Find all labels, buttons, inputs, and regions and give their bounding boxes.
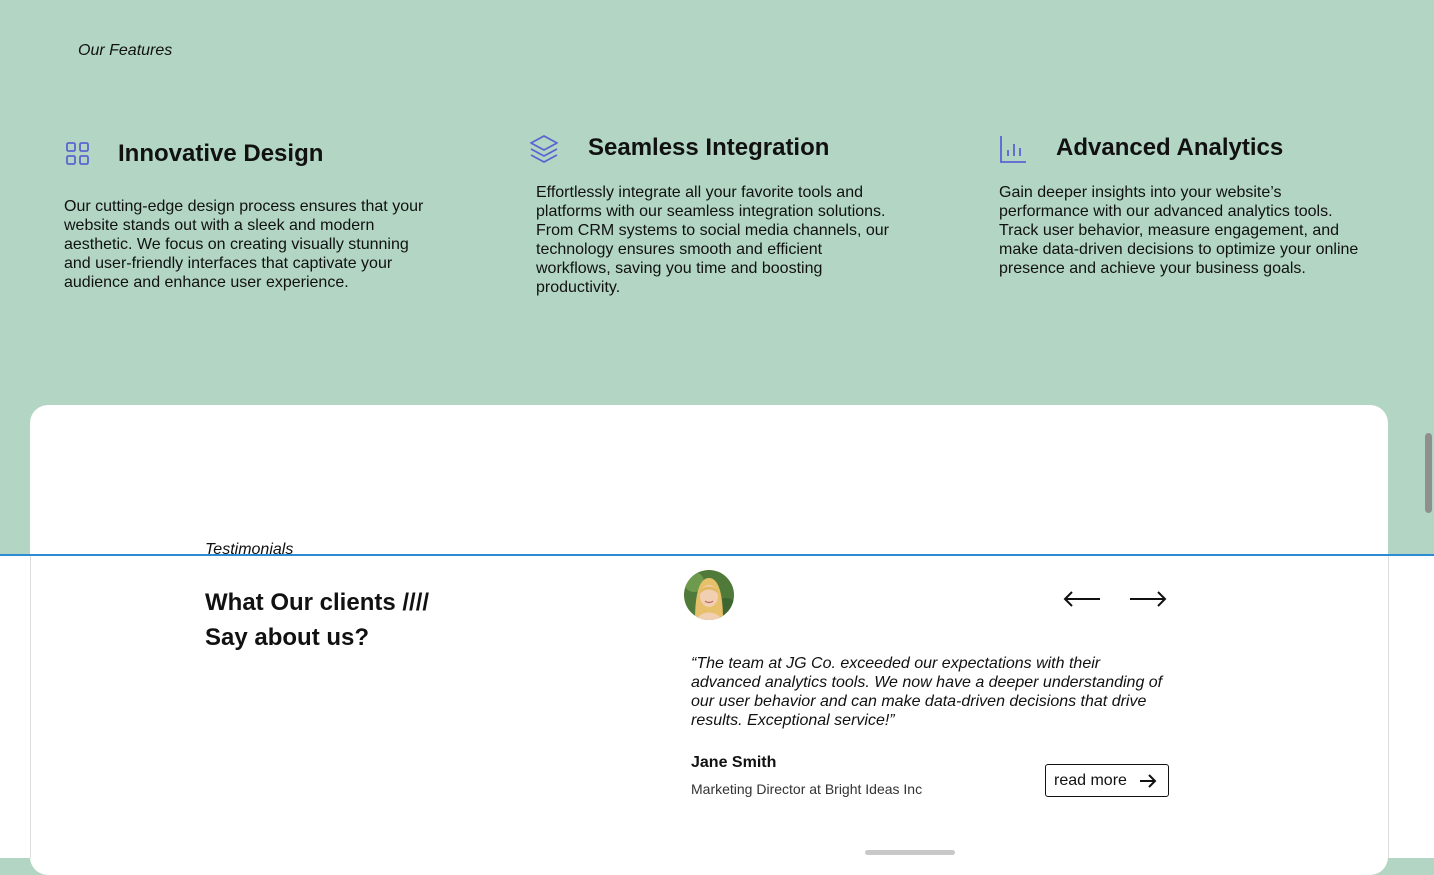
feature-description: Effortlessly integrate all your favorite… bbox=[536, 184, 889, 296]
panel-right-edge bbox=[1388, 556, 1389, 858]
read-more-button[interactable]: read more bbox=[1045, 764, 1169, 797]
testimonial-quote: “The team at JG Co. exceeded our expecta… bbox=[691, 655, 1163, 729]
testimonial-role: Marketing Director at Bright Ideas Inc bbox=[691, 781, 923, 797]
feature-title: Advanced Analytics bbox=[1056, 134, 1284, 161]
arrow-right-icon bbox=[1130, 591, 1167, 607]
avatar bbox=[684, 570, 734, 620]
feature-card-seamless-integration: Seamless Integration Effortlessly integr… bbox=[530, 134, 890, 297]
layers-icon bbox=[530, 134, 558, 163]
vertical-scrollbar-thumb[interactable] bbox=[1425, 433, 1432, 513]
read-more-label: read more bbox=[1054, 771, 1127, 789]
grid-icon bbox=[64, 140, 92, 168]
carousel-scroll-indicator[interactable] bbox=[865, 850, 955, 855]
features-eyebrow: Our Features bbox=[78, 42, 173, 59]
feature-card-advanced-analytics: Advanced Analytics Gain deeper insights … bbox=[999, 134, 1369, 278]
feature-title: Innovative Design bbox=[118, 140, 324, 167]
feature-title: Seamless Integration bbox=[588, 134, 830, 161]
testimonial-author: Jane Smith bbox=[691, 754, 777, 771]
bar-chart-icon bbox=[999, 134, 1027, 163]
arrow-right-icon bbox=[1139, 773, 1157, 788]
next-arrow-button[interactable] bbox=[1128, 586, 1168, 612]
feature-description: Gain deeper insights into your website’s… bbox=[999, 184, 1359, 277]
arrow-left-icon bbox=[1063, 591, 1100, 607]
testimonials-eyebrow: Testimonials bbox=[205, 541, 294, 558]
panel-left-edge bbox=[30, 556, 31, 858]
feature-card-innovative-design: Innovative Design Our cutting-edge desig… bbox=[64, 140, 434, 292]
testimonials-title: What Our clients //// Say about us? bbox=[205, 589, 430, 651]
previous-arrow-button[interactable] bbox=[1062, 586, 1102, 612]
feature-description: Our cutting-edge design process ensures … bbox=[64, 198, 424, 291]
